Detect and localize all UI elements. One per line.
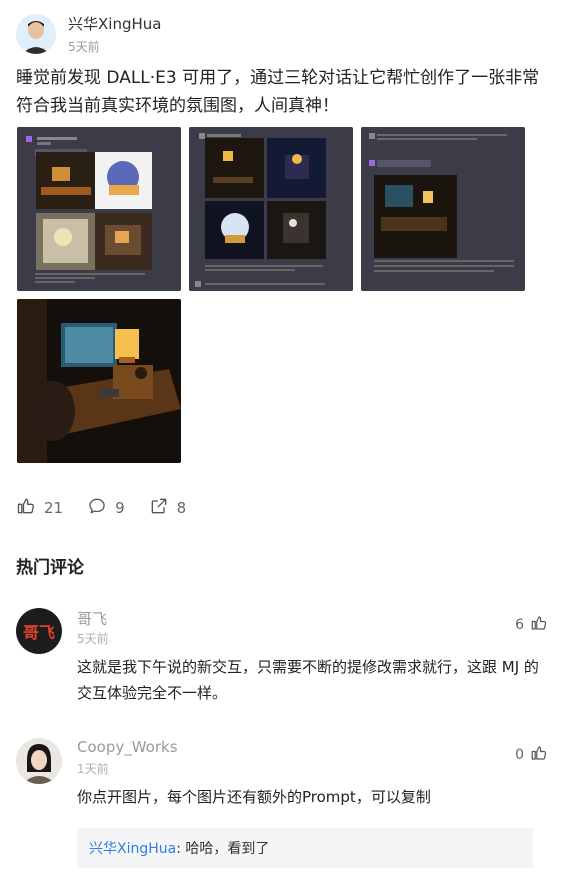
comment-like-button[interactable]: 0 <box>515 744 548 766</box>
hot-comments-title: 热门评论 <box>16 558 84 578</box>
share-action[interactable]: 8 <box>149 496 187 520</box>
avatar-logo-text: 哥飞 <box>22 623 55 642</box>
commenter-name[interactable]: 哥飞 <box>77 608 107 629</box>
comment-text: 这就是我下午说的新交互，只需要不断的提修改需求就行，这跟 MJ 的交互体验完全不… <box>77 658 539 702</box>
like-action[interactable]: 21 <box>16 496 63 520</box>
comment-item: Coopy_Works 1天前 0 你点开图片，每个图片还有额外的Prompt，… <box>16 738 548 878</box>
like-count: 21 <box>44 499 64 517</box>
author-name[interactable]: 兴华XingHua <box>68 14 161 34</box>
post-content: 睡觉前发现 DALL·E3 可用了，通过三轮对话让它帮忙创作了一张非常符合我当前… <box>16 68 540 116</box>
comment-action[interactable]: 9 <box>87 496 125 520</box>
author-avatar[interactable] <box>16 14 56 54</box>
thumbs-up-icon <box>530 614 548 636</box>
comment-like-count: 6 <box>515 617 524 633</box>
comment-count: 9 <box>115 499 125 517</box>
comment-time: 1天前 <box>77 762 109 776</box>
post-image-2[interactable] <box>189 127 353 291</box>
thumbs-up-icon <box>16 496 36 520</box>
share-count: 8 <box>176 499 187 517</box>
post-image-1[interactable] <box>17 127 181 291</box>
comment-text: 你点开图片，每个图片还有额外的Prompt，可以复制 <box>77 788 431 806</box>
commenter-name[interactable]: Coopy_Works <box>77 738 178 756</box>
reply-author[interactable]: 兴华XingHua <box>89 841 176 857</box>
commenter-avatar[interactable] <box>16 738 62 784</box>
post-time: 5天前 <box>68 39 100 54</box>
comment-item: 哥飞 哥飞 5天前 6 这就是我下午说的新交互，只需要不断的提修改需求就行，这跟… <box>16 608 548 708</box>
comment-bubble-icon <box>87 496 107 520</box>
post-image-3[interactable] <box>361 127 525 291</box>
post-image-4[interactable] <box>17 299 181 463</box>
share-icon <box>149 496 169 520</box>
comment-time: 5天前 <box>77 632 109 646</box>
reply-box[interactable]: 兴华XingHua: 哈哈，看到了 <box>77 828 533 868</box>
reply-text: : 哈哈，看到了 <box>176 841 270 857</box>
comment-like-button[interactable]: 6 <box>515 614 548 636</box>
post-actions: 21 9 8 <box>16 496 186 520</box>
commenter-avatar[interactable]: 哥飞 <box>16 608 62 654</box>
comment-like-count: 0 <box>515 747 524 763</box>
thumbs-up-icon <box>530 744 548 766</box>
post-header: 兴华XingHua 5天前 <box>16 12 161 56</box>
